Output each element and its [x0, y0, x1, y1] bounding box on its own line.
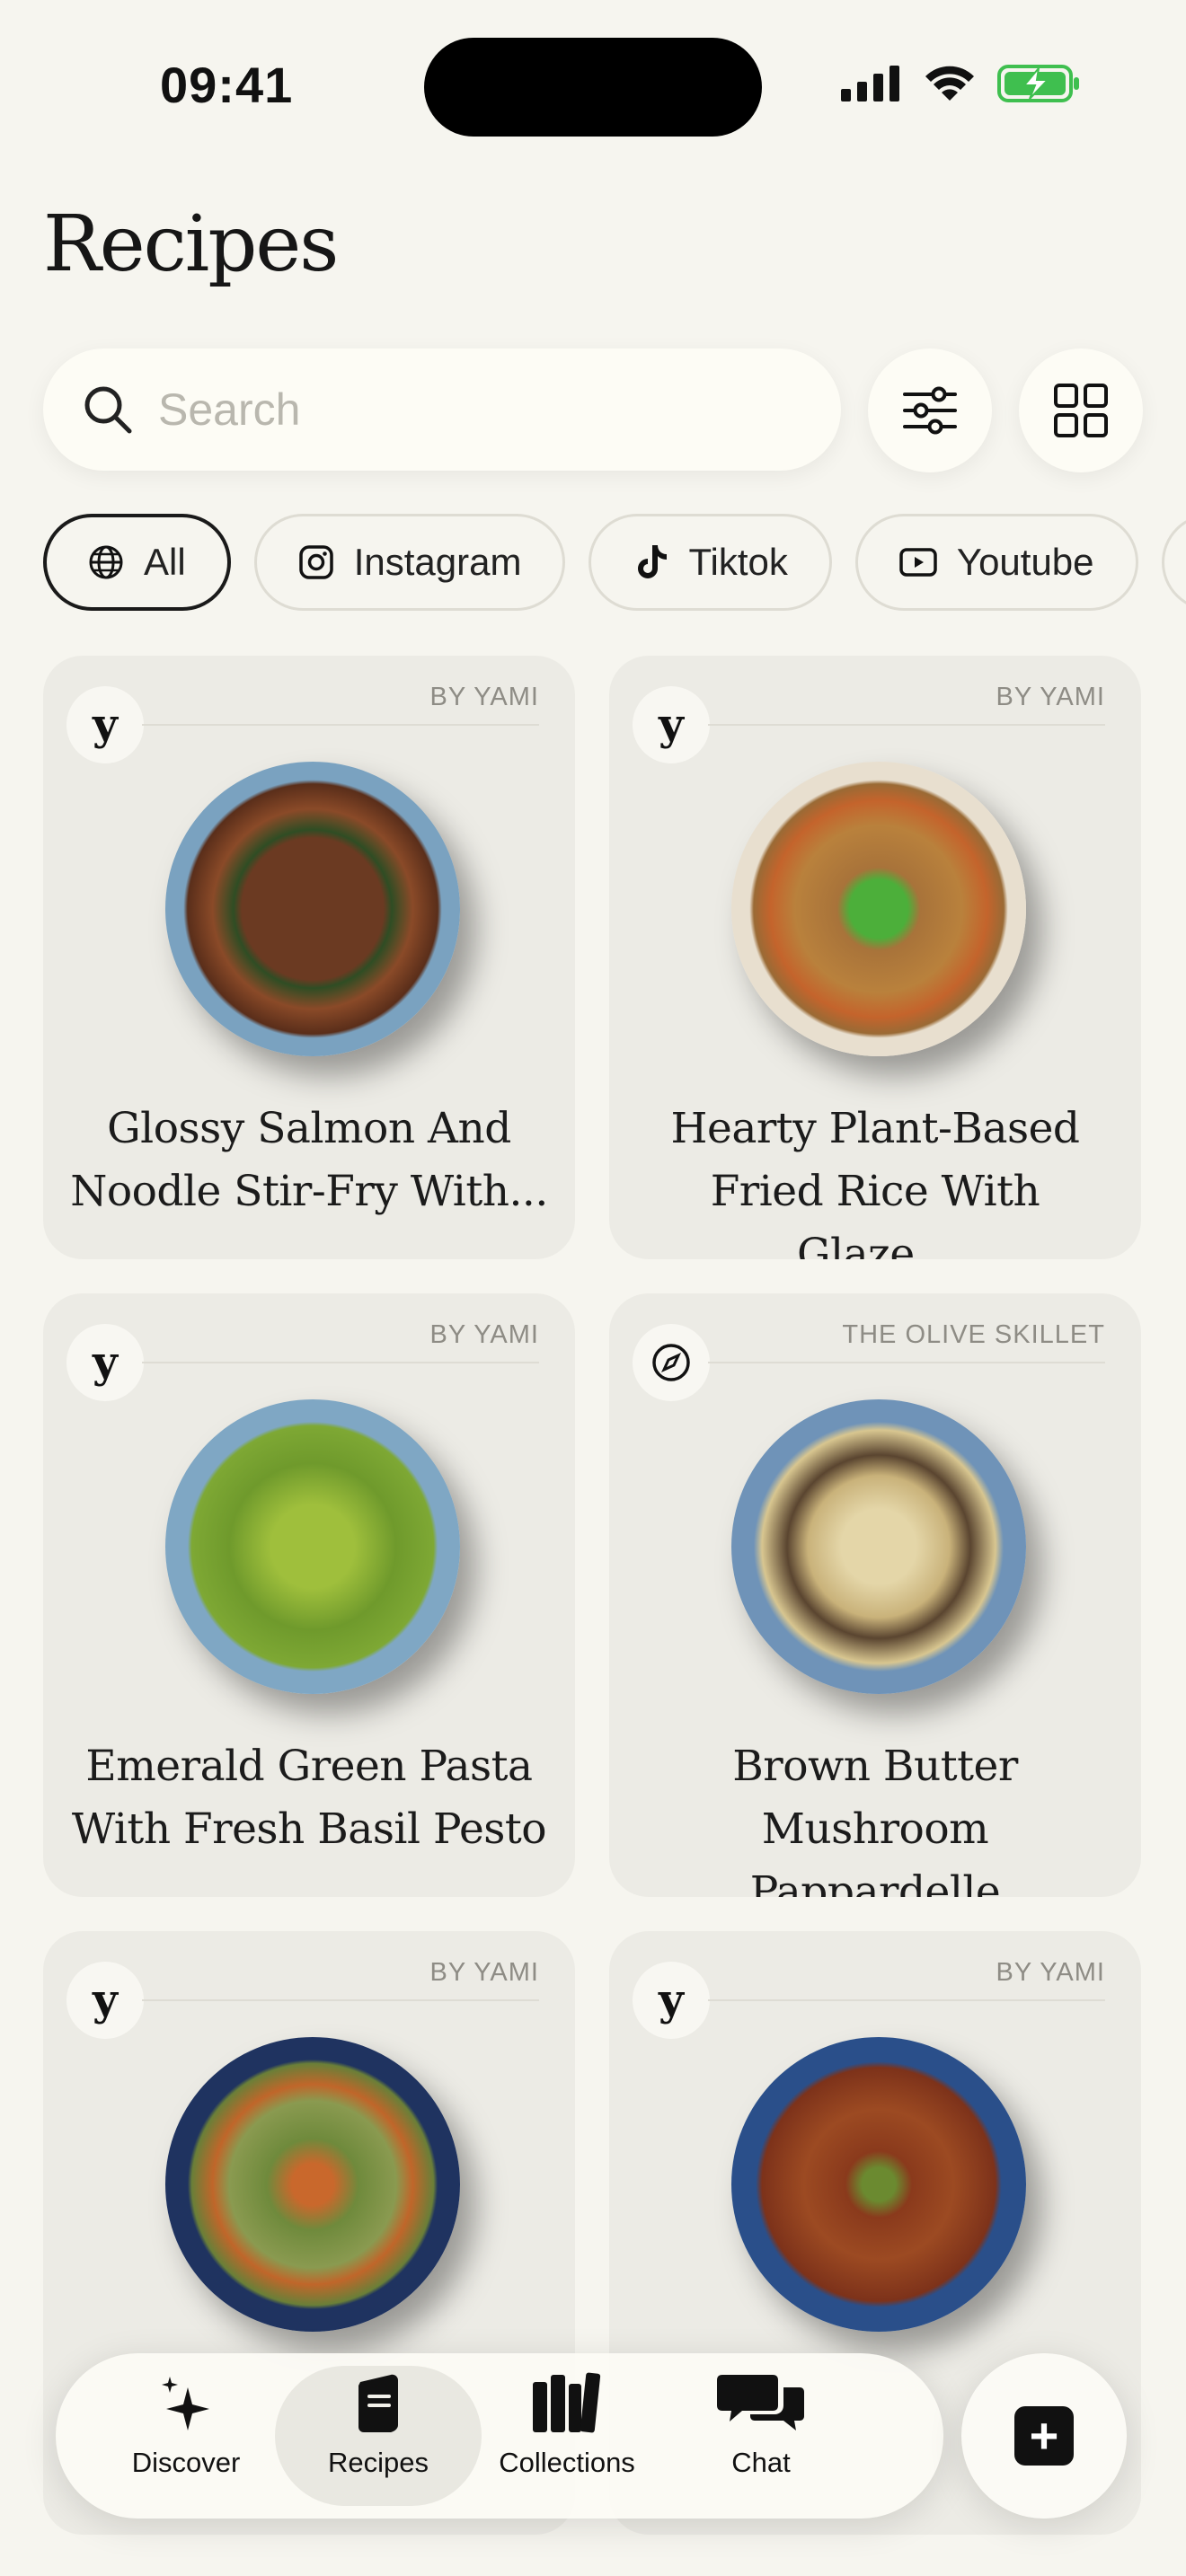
dish-image — [731, 762, 1026, 1056]
search-input[interactable]: Search — [43, 348, 841, 471]
status-bar: 09:41 — [0, 0, 1186, 180]
recipe-card[interactable]: y BY YAMI Emerald Green Pasta With Fresh… — [43, 1293, 575, 1897]
recipe-source: BY YAMI — [429, 1320, 539, 1349]
chip-instagram[interactable]: Instagram — [253, 514, 566, 611]
compass-icon — [633, 1324, 710, 1401]
search-placeholder: Search — [158, 384, 301, 435]
yami-logo-icon: y — [633, 686, 710, 763]
divider — [142, 724, 539, 726]
yami-logo-icon: y — [66, 1962, 144, 2039]
books-icon — [533, 2372, 601, 2433]
status-icons — [839, 63, 1082, 104]
chip-label: All — [144, 541, 186, 583]
instagram-icon — [298, 545, 333, 579]
title-line: Emerald Green Pasta — [85, 1742, 533, 1791]
add-recipe-button[interactable]: + — [961, 2353, 1127, 2519]
status-time: 09:41 — [160, 57, 294, 113]
chip-label: Youtube — [956, 541, 1094, 583]
tab-label: Collections — [499, 2447, 635, 2478]
tab-label: Discover — [131, 2447, 241, 2478]
recipe-source: BY YAMI — [429, 1958, 539, 1987]
dish-image — [165, 2037, 460, 2332]
chip-tiktok[interactable]: Tiktok — [589, 514, 832, 611]
recipe-title: Glossy Salmon And Noodle Stir-Fry With..… — [61, 1098, 557, 1223]
tab-bar: Discover Recipes Collections Chat — [56, 2353, 943, 2519]
sliders-icon — [903, 386, 957, 435]
recipe-card[interactable]: y BY YAMI Hearty Plant-Based Fried Rice … — [609, 656, 1141, 1259]
tab-discover[interactable]: Discover — [83, 2366, 289, 2506]
divider — [708, 724, 1105, 726]
dish-image — [731, 2037, 1026, 2332]
recipe-source: BY YAMI — [429, 683, 539, 711]
recipe-source: THE OLIVE SKILLET — [842, 1320, 1105, 1349]
grid-view-button[interactable] — [1019, 348, 1143, 472]
plus-square-icon: + — [1014, 2406, 1074, 2466]
recipe-title: Emerald Green Pasta With Fresh Basil Pes… — [61, 1735, 557, 1861]
globe-icon — [89, 545, 123, 579]
dish-image — [731, 1399, 1026, 1694]
chip-youtube[interactable]: Youtube — [854, 514, 1138, 611]
signal-icon — [841, 66, 899, 101]
yami-logo-icon: y — [633, 1962, 710, 2039]
title-line: Pappardelle — [749, 1867, 1001, 1897]
chip-label: Tiktok — [688, 541, 788, 583]
youtube-icon — [899, 548, 937, 577]
yami-logo-icon: y — [66, 1324, 144, 1401]
recipe-source: BY YAMI — [996, 683, 1105, 711]
recipe-card[interactable]: THE OLIVE SKILLET Brown Butter Mushroom … — [609, 1293, 1141, 1897]
title-line: Glossy Salmon And — [107, 1104, 511, 1153]
wifi-icon — [925, 66, 974, 101]
grid-icon — [1054, 384, 1108, 437]
title-line: Brown Butter Mushroom — [732, 1742, 1018, 1854]
recipe-book-icon — [358, 2374, 398, 2432]
divider — [708, 1362, 1105, 1363]
chip-label: Instagram — [353, 541, 522, 583]
chat-bubbles-icon — [717, 2375, 804, 2430]
recipe-source: BY YAMI — [996, 1958, 1105, 1987]
title-line: Noodle Stir-Fry With... — [70, 1167, 548, 1216]
sparkles-icon — [162, 2377, 209, 2430]
title-line: Hearty Plant-Based — [670, 1104, 1080, 1153]
tab-chat[interactable]: Chat — [658, 2366, 864, 2506]
dish-image — [165, 762, 460, 1056]
divider — [142, 1999, 539, 2001]
tab-recipes[interactable]: Recipes — [275, 2366, 482, 2506]
tab-label: Recipes — [328, 2447, 429, 2478]
title-line: Fried Rice With Glaze... — [710, 1167, 1040, 1259]
title-line: With Fresh Basil Pesto — [71, 1804, 547, 1854]
filter-chips: All Instagram Tiktok Youtube — [43, 514, 1186, 613]
recipe-card[interactable]: y BY YAMI Glossy Salmon And Noodle Stir-… — [43, 656, 575, 1259]
tiktok-icon — [638, 545, 668, 578]
tab-label: Chat — [731, 2447, 791, 2478]
page-title: Recipes — [43, 199, 339, 289]
divider — [708, 1999, 1105, 2001]
search-icon — [84, 386, 132, 434]
filter-button[interactable] — [868, 348, 992, 472]
yami-logo-icon: y — [66, 686, 144, 763]
divider — [142, 1362, 539, 1363]
recipe-title: Brown Butter Mushroom Pappardelle — [627, 1735, 1123, 1897]
tab-collections[interactable]: Collections — [464, 2366, 670, 2506]
chip-more[interactable] — [1161, 514, 1186, 611]
dish-image — [165, 1399, 460, 1694]
dynamic-island — [424, 38, 762, 137]
chip-all[interactable]: All — [43, 514, 231, 611]
battery-charging-icon — [997, 65, 1079, 102]
recipe-title: Hearty Plant-Based Fried Rice With Glaze… — [627, 1098, 1123, 1259]
